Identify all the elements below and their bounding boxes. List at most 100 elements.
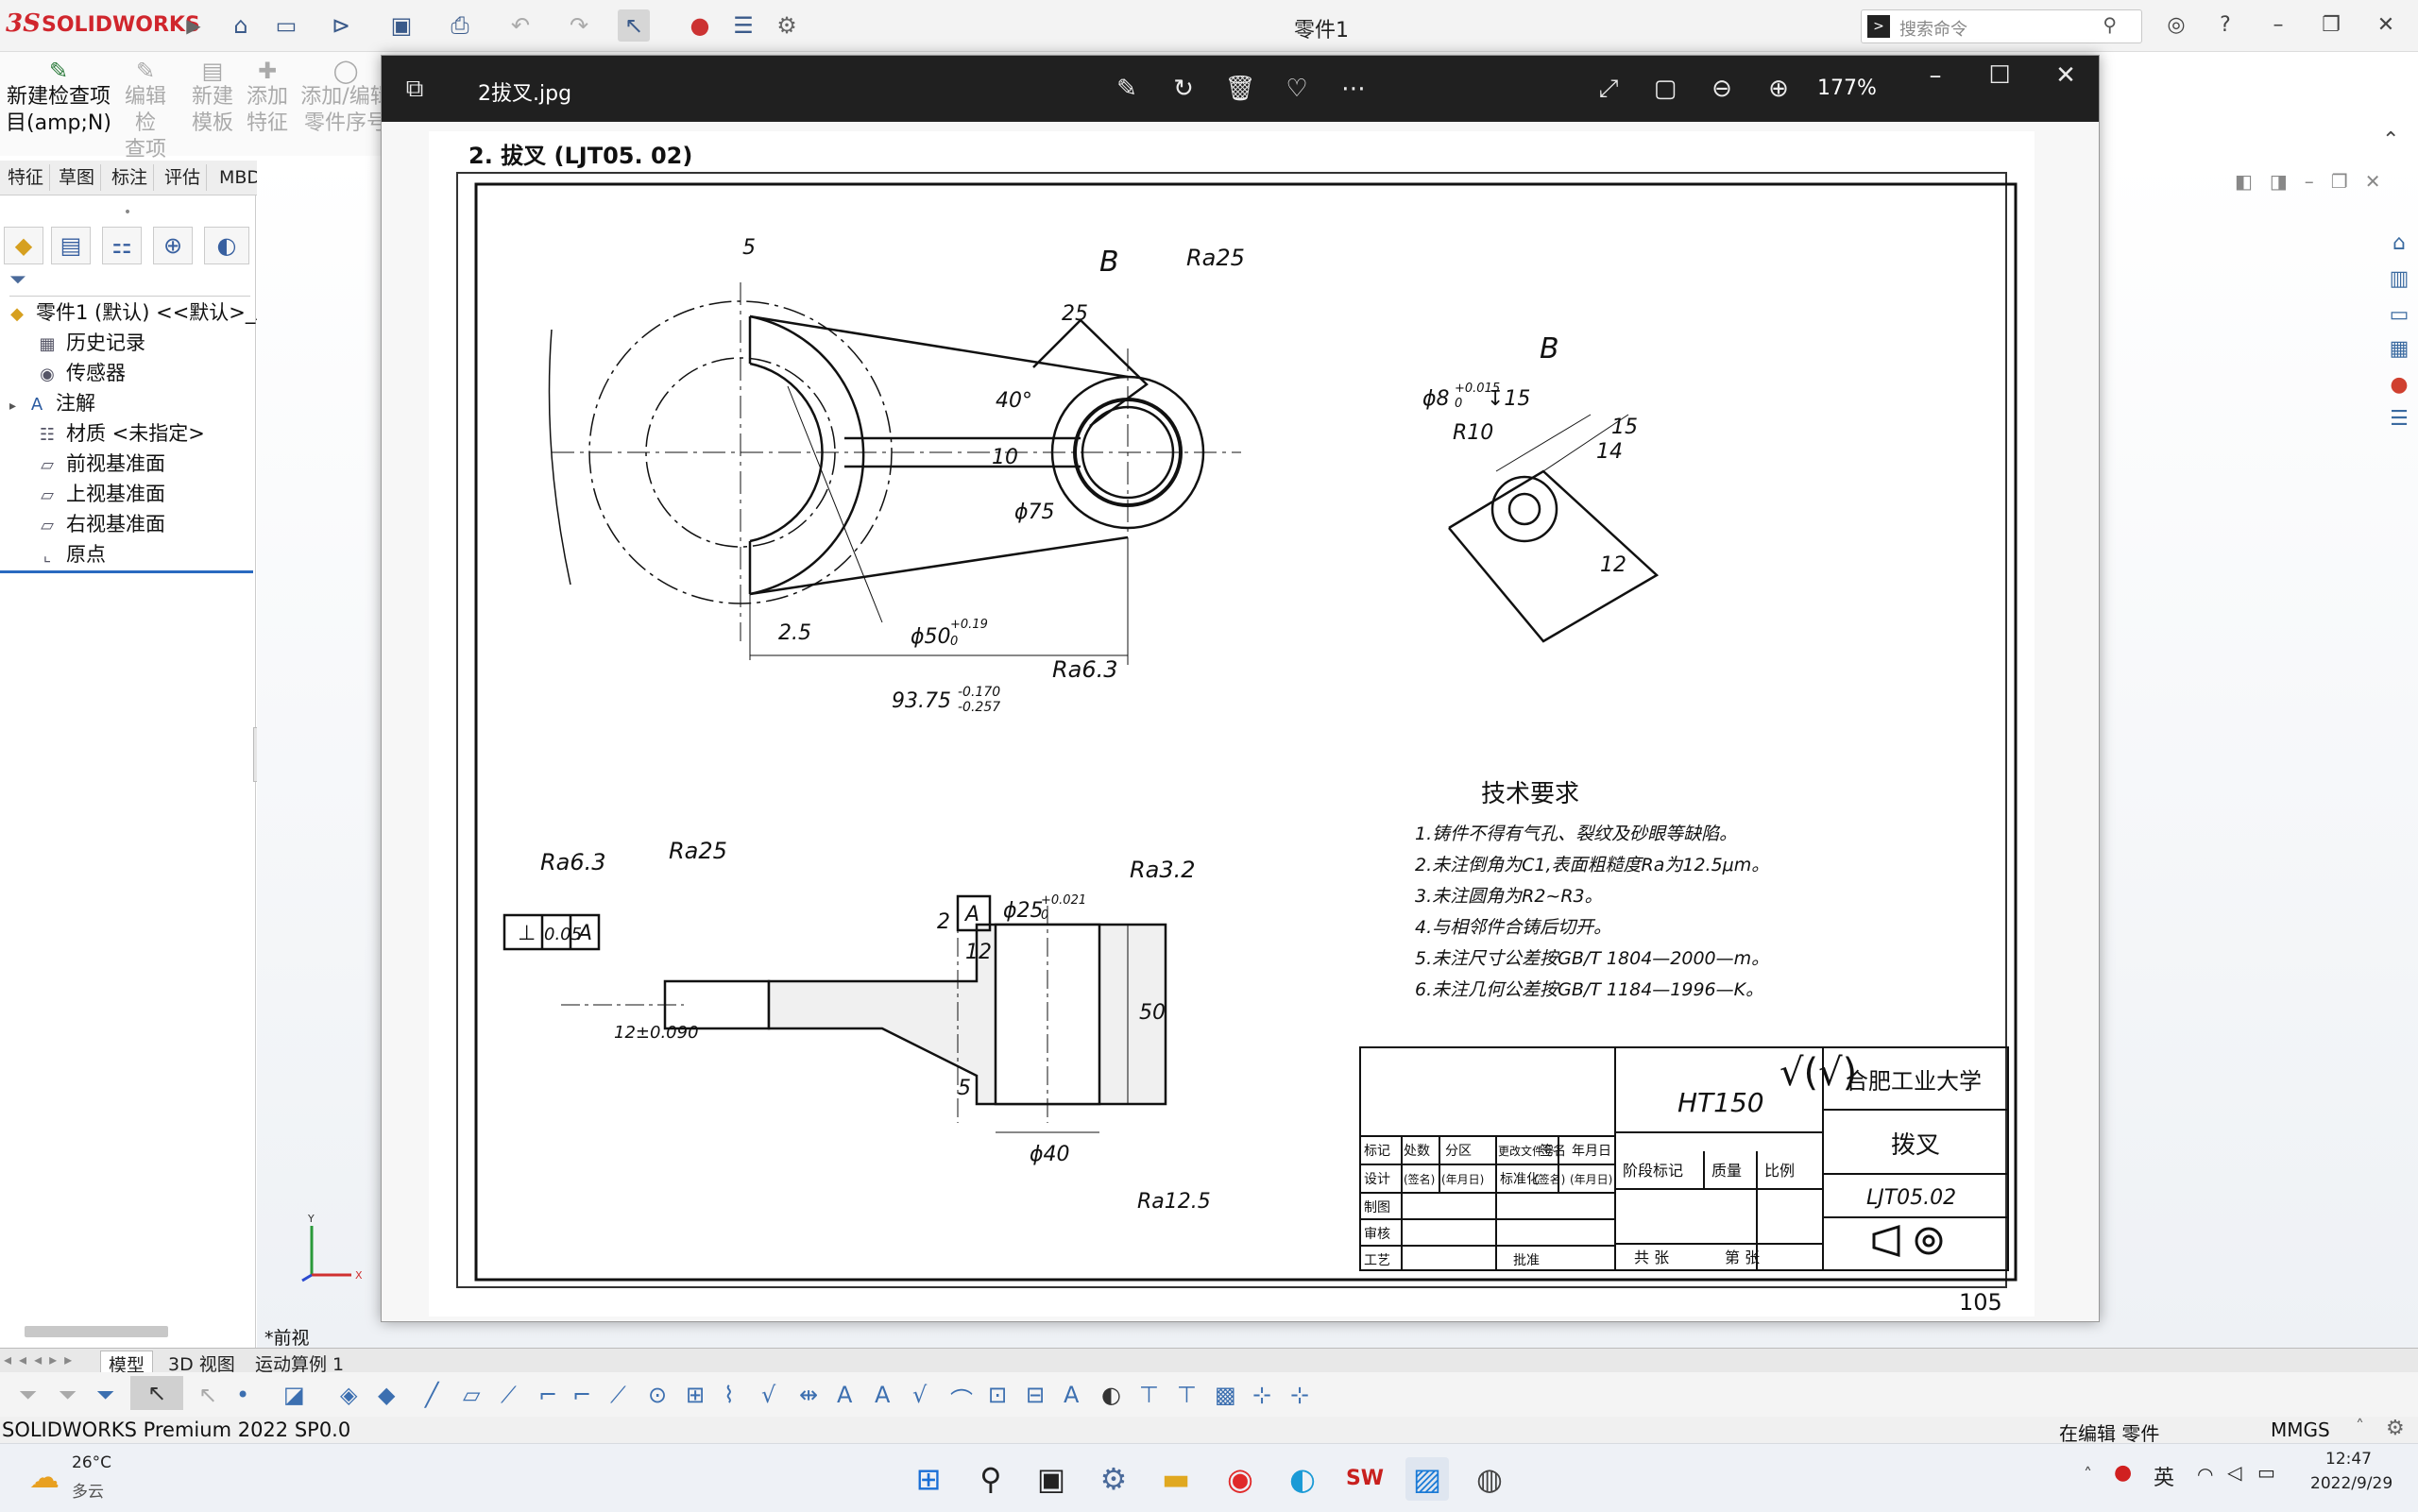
filter-solid-icon[interactable]: ◆ xyxy=(378,1382,395,1408)
file-explorer-folder-icon[interactable]: ▬ xyxy=(1154,1457,1198,1501)
edge-browser-icon[interactable]: ◐ xyxy=(1281,1457,1324,1501)
filter-surface-finish-icon[interactable]: √ xyxy=(912,1382,927,1408)
wifi-icon[interactable]: ◠ xyxy=(2197,1463,2213,1486)
filter-line-icon[interactable]: ⟋ xyxy=(610,1382,626,1408)
filter-toggle-icon[interactable]: ⏷ xyxy=(19,1382,37,1408)
tree-item-material[interactable]: ☷ 材质 <未指定> xyxy=(34,419,205,448)
recording-icon[interactable]: ● xyxy=(2114,1461,2132,1485)
battery-icon[interactable]: ▭ xyxy=(2257,1461,2275,1484)
file-properties-icon[interactable]: ☰ xyxy=(727,9,759,42)
help-icon[interactable]: ? xyxy=(2206,9,2244,42)
rebuild-traffic-light-icon[interactable]: ● xyxy=(684,9,716,42)
filter-dimension-icon[interactable]: ⇹ xyxy=(799,1382,818,1408)
filter-plane-icon[interactable]: ▱ xyxy=(463,1382,480,1408)
filter-clear-icon[interactable]: ⏷ xyxy=(59,1382,77,1408)
horizontal-scrollbar[interactable] xyxy=(25,1326,168,1337)
tree-item-history[interactable]: ▦ 历史记录 xyxy=(34,329,145,357)
settings-gear-icon[interactable]: ⚙ xyxy=(1092,1457,1135,1501)
windows-start-icon[interactable]: ⊞ xyxy=(907,1457,950,1501)
open-folder-icon[interactable]: ⊳ xyxy=(325,9,357,42)
filter-check-icon[interactable]: √ xyxy=(761,1382,775,1408)
filter-annotation-icon[interactable]: A xyxy=(837,1382,852,1408)
filter-segment-icon[interactable]: ⌐ xyxy=(572,1382,591,1408)
filter-face-icon[interactable]: ◪ xyxy=(283,1382,305,1408)
close-button[interactable]: ✕ xyxy=(2367,9,2405,42)
filter-gtol-icon[interactable]: ⊟ xyxy=(1026,1382,1045,1408)
edit-image-icon[interactable]: ✎ xyxy=(1111,73,1143,105)
filter-all-icon[interactable]: ⏷ xyxy=(96,1382,114,1408)
zoom-in-icon[interactable]: ⊕ xyxy=(1762,73,1795,105)
filter-point-icon[interactable]: ⊙ xyxy=(648,1382,667,1408)
smart-select-icon[interactable]: ↖ xyxy=(198,1382,217,1408)
filter-weld-icon[interactable]: ⌒ xyxy=(950,1382,973,1415)
feature-manager-tab-icon[interactable]: ◆ xyxy=(4,227,43,264)
new-document-icon[interactable]: ▭ xyxy=(270,9,302,42)
restore-button[interactable]: ❐ xyxy=(2312,9,2350,42)
viewport-controls[interactable]: ◧◨–❐✕ xyxy=(2235,170,2397,193)
save-icon[interactable]: ▣ xyxy=(385,9,417,42)
tree-item-origin[interactable]: ⌞ 原点 xyxy=(34,540,106,569)
solidworks-taskbar-icon[interactable]: SW xyxy=(1343,1457,1387,1501)
filter-edge-icon[interactable]: ⟋ xyxy=(501,1382,517,1408)
filter-appearance-icon[interactable]: ◐ xyxy=(1101,1382,1121,1408)
filter-ref-icon[interactable]: ⊤ xyxy=(1139,1382,1159,1408)
solidworks-resources-icon[interactable]: ⌂ xyxy=(2384,231,2414,262)
design-library-icon[interactable]: ▥ xyxy=(2384,267,2414,297)
new-template-button[interactable]: ▤ 新建 模板 xyxy=(185,58,240,137)
rollback-bar[interactable] xyxy=(0,570,253,573)
favorite-heart-icon[interactable]: ♡ xyxy=(1281,73,1313,105)
filter-axis-icon[interactable]: ╱ xyxy=(425,1382,438,1408)
tray-overflow-icon[interactable]: ˄ xyxy=(2084,1465,2092,1485)
filter-block-icon[interactable]: ⊞ xyxy=(686,1382,705,1408)
tree-item-top-plane[interactable]: ▱ 上视基准面 xyxy=(34,480,165,508)
netease-music-icon[interactable]: ◉ xyxy=(1218,1457,1262,1501)
units-dropdown-icon[interactable]: ˄ xyxy=(2356,1417,2364,1436)
fit-to-window-icon[interactable]: ▢ xyxy=(1649,73,1681,105)
add-edit-balloon-button[interactable]: ◯ 添加/编辑 零件序号 xyxy=(298,58,393,137)
tab-features[interactable]: 特征 xyxy=(2,164,51,191)
configuration-manager-tab-icon[interactable]: ⚏ xyxy=(102,227,142,264)
tree-root-part[interactable]: ◆ 零件1 (默认) <<默认>_显 xyxy=(4,298,275,327)
new-check-item-button[interactable]: ✎ 新建检查项 目(amp;N) xyxy=(6,58,111,137)
tree-item-sensors[interactable]: ◉ 传感器 xyxy=(34,359,126,387)
customize-status-icon[interactable]: ⚙ xyxy=(2386,1417,2405,1440)
home-icon[interactable]: ⌂ xyxy=(225,9,257,42)
filter-route-icon[interactable]: ▩ xyxy=(1215,1382,1236,1408)
zoom-out-icon[interactable]: ⊖ xyxy=(1706,73,1738,105)
filter-datum-icon[interactable]: ⊡ xyxy=(988,1382,1007,1408)
ime-indicator[interactable]: 英 xyxy=(2154,1461,2174,1491)
search-icon[interactable]: ⚲ xyxy=(2103,13,2117,36)
add-feature-button[interactable]: ✚ 添加 特征 xyxy=(240,58,295,137)
dimxpert-tab-icon[interactable]: ⊕ xyxy=(153,227,193,264)
tree-item-annotations[interactable]: ▸ A 注解 xyxy=(9,389,95,417)
viewer-close-button[interactable]: ✕ xyxy=(2050,59,2082,92)
collapse-ribbon-icon[interactable]: ⌃ xyxy=(2382,128,2399,152)
taskbar-search-icon[interactable]: ⚲ xyxy=(969,1457,1013,1501)
clock-date[interactable]: 2022/9/29 xyxy=(2310,1474,2392,1493)
tree-item-front-plane[interactable]: ▱ 前视基准面 xyxy=(34,450,165,478)
obs-app-icon[interactable]: ◍ xyxy=(1468,1457,1511,1501)
user-account-icon[interactable]: ◎ xyxy=(2157,9,2195,42)
print-icon[interactable]: ⎙ xyxy=(444,9,476,42)
custom-properties-icon[interactable]: ☰ xyxy=(2384,407,2414,437)
expand-arrow-icon[interactable]: ▸ xyxy=(9,399,16,414)
volume-icon[interactable]: ◁ xyxy=(2227,1461,2241,1484)
tree-item-right-plane[interactable]: ▱ 右视基准面 xyxy=(34,510,165,538)
filter-vertex-icon[interactable]: • xyxy=(236,1382,249,1408)
weather-icon[interactable]: ☁ xyxy=(23,1455,66,1499)
file-explorer-icon[interactable]: ▭ xyxy=(2384,303,2414,333)
gallery-icon[interactable]: ⧉ xyxy=(399,73,431,105)
photos-app-icon[interactable]: ▨ xyxy=(1405,1457,1449,1501)
filter-ref2-icon[interactable]: ⊤ xyxy=(1177,1382,1197,1408)
property-manager-tab-icon[interactable]: ▤ xyxy=(51,227,91,264)
menu-expand-arrow-icon[interactable]: ▶ xyxy=(178,9,210,42)
status-units[interactable]: MMGS xyxy=(2271,1419,2330,1441)
more-options-icon[interactable]: ⋯ xyxy=(1337,73,1370,105)
tab-scroll-arrows[interactable]: ◂◂◂▸▸ xyxy=(4,1351,79,1368)
undo-icon[interactable]: ↶ xyxy=(504,9,536,42)
minimize-button[interactable]: – xyxy=(2259,9,2297,42)
filter-mate2-icon[interactable]: ⊹ xyxy=(1290,1382,1309,1408)
filter-icon[interactable]: ⏷ xyxy=(9,268,26,292)
filter-mate-icon[interactable]: ⊹ xyxy=(1252,1382,1271,1408)
options-gear-icon[interactable]: ⚙ xyxy=(771,9,803,42)
